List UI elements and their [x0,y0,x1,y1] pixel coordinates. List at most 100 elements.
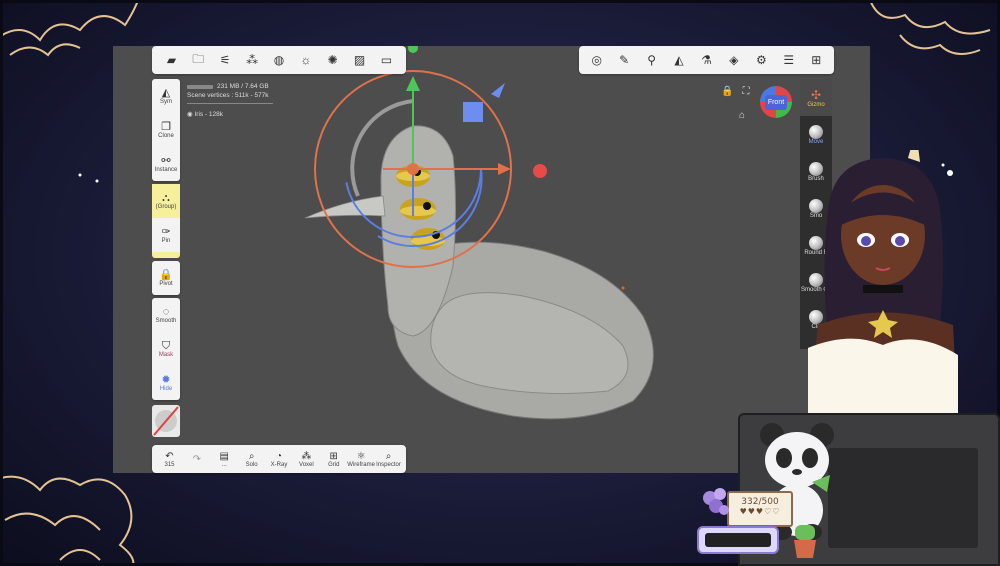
logo-icon[interactable]: ▰ [160,49,182,71]
gizmo-icon: ✣ [810,87,822,102]
redo-icon: ↷ [192,453,202,465]
topology-icon[interactable]: ◭ [668,49,690,71]
fullscreen-icon[interactable]: ⛶ [742,86,749,97]
sliders-icon[interactable]: ☰ [778,49,800,71]
pin-label: Pin [161,238,171,244]
layers-icon[interactable]: ◈ [723,49,745,71]
digital-clock-decoration [697,526,779,554]
viewport-corner-icons: 🔒 ⛶ [721,86,749,97]
memory-usage: 231 MB / 7.64 GB [217,83,269,90]
plant-decoration [794,525,816,558]
memory-bar [187,84,213,89]
gear-icon[interactable]: ⚙ [750,49,772,71]
instance-label: Instance [154,167,178,173]
history-icon: ▤ [219,450,229,462]
group-label: (Group) [155,204,177,210]
top-left-toolbar: ▰ 🗀 ⚟ ⁂ ◍ ☼ ✺ ▨ ▭ [152,46,406,74]
left-group-bottom: ◌ Smooth ⛉ Mask ✹ Hide [152,298,180,400]
material-icon[interactable]: ✺ [322,49,344,71]
solo-label: Solo [245,461,258,468]
left-group-top: ◭ Sym ❐ Clone ⚯ Instance [152,79,180,181]
sculpting-app-window: 231 MB / 7.64 GB Scene vertices : 511k -… [113,46,870,473]
bird-beak [304,195,386,219]
smooth-icon: ◌ [162,306,170,318]
grid-icon: ⊞ [329,450,338,462]
pivot-button[interactable]: 🔒 Pivot [152,261,180,295]
gizmo-tool[interactable]: ✣ Gizmo [800,79,832,116]
view-cube[interactable]: Front [760,86,792,118]
voxel-icon: ⁂ [301,450,312,462]
history-menu-button[interactable]: ▤ ... [211,451,238,468]
tool-grid-icon[interactable]: ⊞ [805,49,827,71]
undo-count: 315 [164,461,175,468]
flask-icon[interactable]: ⚗ [695,49,717,71]
inspector-icon: ⌕ [385,450,392,462]
grid-label: Grid [328,461,340,468]
mask-label: Mask [158,352,174,358]
eyedropper-icon[interactable]: ⚲ [641,49,663,71]
hide-button[interactable]: ✹ Hide [152,366,180,400]
lock-icon[interactable]: 🔒 [721,86,733,97]
xray-button[interactable]: ◔ X-Ray [266,451,293,468]
video-icon[interactable]: ▭ [375,49,397,71]
move-tool[interactable]: Move [800,116,832,153]
folder-icon[interactable]: 🗀 [187,49,209,71]
scene-stats: 231 MB / 7.64 GB Scene vertices : 511k -… [187,82,273,119]
brush-alpha-preview[interactable] [152,405,180,437]
grid-button[interactable]: ⊞ Grid [320,451,347,468]
image-icon[interactable]: ▨ [349,49,371,71]
bottom-toolbar: ↶ 315 ↷ ▤ ... ⌕ Solo ◔ X-Ray ⁂ Voxel ⊞ G… [152,445,406,473]
globe-icon[interactable]: ◍ [268,49,290,71]
wireframe-label: Wireframe [347,461,375,468]
smooth-button[interactable]: ◌ Smooth [152,298,180,332]
vtuber-avatar [808,150,958,420]
sym-label: Sym [160,99,172,105]
inspector-button[interactable]: ⌕ Inspector [375,451,402,468]
object-name[interactable]: ◉ Iris - 128k [187,110,273,119]
scene-icon[interactable]: ⁂ [241,49,263,71]
wireframe-button[interactable]: ⚛ Wireframe [347,450,375,468]
sym-button[interactable]: ◭ Sym [152,79,180,113]
mask-icon: ⛉ [161,340,171,352]
scene-vertices: Scene vertices : 511k - 577k [187,92,269,99]
counter-hearts: ♥♥♥♡♡ [739,507,781,516]
undo-button[interactable]: ↶ 315 [156,451,183,468]
desk-monitor-screen [828,448,978,548]
home-icon[interactable]: ⌂ [739,110,745,121]
xray-icon: ◔ [275,450,283,462]
lock-icon: 🔒 [159,269,173,281]
voxel-button[interactable]: ⁂ Voxel [293,451,320,468]
sub-goal-counter: 332/500 ♥♥♥♡♡ [727,491,793,527]
counter-value: 332/500 [741,497,779,507]
group-button[interactable]: ⛬ (Group) [152,184,180,218]
move-icon [809,124,823,139]
left-group-pivot: 🔒 Pivot [152,261,180,295]
voxel-label: Voxel [299,461,314,468]
instance-button[interactable]: ⚯ Instance [152,147,180,181]
solo-button[interactable]: ⌕ Solo [238,451,265,468]
move-label: Move [808,138,824,145]
flower-decoration [703,488,729,515]
clone-icon: ❐ [161,121,171,133]
hide-icon: ✹ [161,374,171,386]
light-icon[interactable]: ☼ [295,49,317,71]
clone-label: Clone [158,133,174,139]
hide-label: Hide [159,386,173,392]
alpha-none-icon [153,406,179,436]
left-toolbar: ◭ Sym ❐ Clone ⚯ Instance ⛬ (Group) ✑ Pin [152,79,180,400]
pin-button[interactable]: ✑ Pin [152,218,180,252]
redo-button[interactable]: ↷ [183,454,210,465]
mask-button[interactable]: ⛉ Mask [152,332,180,366]
symmetry-icon: ◭ [161,87,171,99]
brush-icon[interactable]: ✎ [613,49,635,71]
clone-button[interactable]: ❐ Clone [152,113,180,147]
object-name-label: Iris - 128k [194,111,224,118]
history-label: ... [221,461,227,468]
gizmo-label: Gizmo [807,101,825,108]
smooth-label: Smooth [155,318,177,324]
wireframe-icon: ⚛ [356,450,366,462]
painting-icon[interactable]: ◎ [586,49,608,71]
share-icon[interactable]: ⚟ [214,49,236,71]
group-icon: ⛬ [162,192,170,204]
yellow-spacer [152,252,180,258]
